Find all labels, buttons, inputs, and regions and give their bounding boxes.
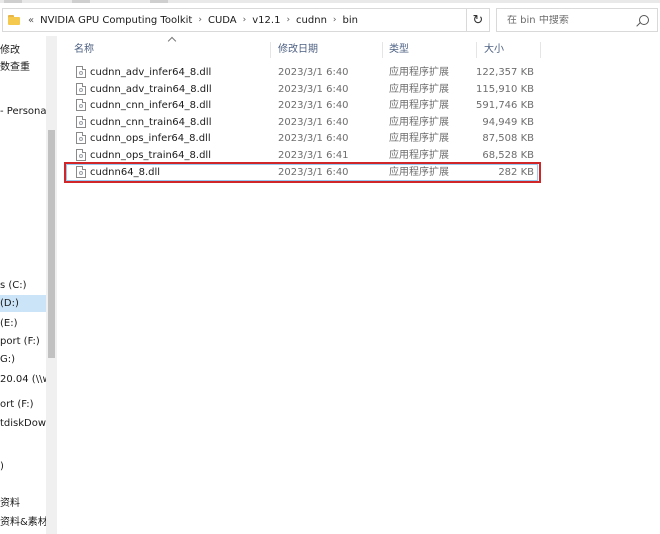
column-divider[interactable] (540, 42, 541, 58)
column-header-row: 名称 修改日期 类型 大小 (66, 40, 658, 60)
navigation-scrollbar-thumb[interactable] (48, 130, 55, 358)
nav-item[interactable]: ) (0, 458, 46, 475)
dll-file-icon (76, 66, 86, 78)
nav-item-materials[interactable]: 资料 (0, 495, 46, 512)
breadcrumb-bin[interactable]: bin (343, 15, 358, 26)
breadcrumb-cudnn[interactable]: cudnn (296, 15, 327, 26)
nav-item-drive-g[interactable]: G:) (0, 351, 46, 368)
file-name: cudnn_cnn_infer64_8.dll (90, 100, 212, 111)
file-size: 122,357 KB (476, 67, 534, 78)
nav-item-materials-assets[interactable]: 资料&素材 (0, 514, 46, 531)
file-date: 2023/3/1 6:40 (278, 167, 349, 178)
dll-file-icon (76, 149, 86, 161)
file-date: 2023/3/1 6:41 (278, 150, 349, 161)
nav-item[interactable]: 数查重 (0, 59, 46, 76)
file-type: 应用程序扩展 (389, 150, 449, 161)
chevron-right-icon[interactable]: › (243, 15, 247, 25)
file-type: 应用程序扩展 (389, 84, 449, 95)
file-size: 94,949 KB (482, 117, 534, 128)
file-row[interactable]: cudnn_cnn_infer64_8.dll 2023/3/1 6:40 应用… (66, 97, 538, 114)
search-icon[interactable] (639, 15, 649, 25)
nav-item[interactable]: 修改 (0, 42, 46, 59)
file-type: 应用程序扩展 (389, 67, 449, 78)
nav-item-drive-f[interactable]: port (F:) (0, 333, 46, 350)
column-header-date[interactable]: 修改日期 (278, 40, 318, 60)
chevron-right-icon[interactable]: › (286, 15, 290, 25)
breadcrumb-cuda[interactable]: CUDA (208, 15, 237, 26)
dll-file-icon (76, 99, 86, 111)
column-header-type[interactable]: 类型 (389, 40, 409, 60)
nav-item-drive-f-2[interactable]: ort (F:) (0, 396, 46, 413)
file-type: 应用程序扩展 (389, 167, 449, 178)
file-type: 应用程序扩展 (389, 117, 449, 128)
breadcrumb-v12-1[interactable]: v12.1 (252, 15, 280, 26)
file-size: 591,746 KB (476, 100, 534, 111)
column-divider[interactable] (476, 42, 477, 58)
file-name: cudnn_cnn_train64_8.dll (90, 117, 212, 128)
file-type: 应用程序扩展 (389, 100, 449, 111)
dll-file-icon (76, 132, 86, 144)
file-date: 2023/3/1 6:40 (278, 67, 349, 78)
file-row[interactable]: cudnn_cnn_train64_8.dll 2023/3/1 6:40 应用… (66, 114, 538, 131)
file-size: 68,528 KB (482, 150, 534, 161)
file-name: cudnn_adv_train64_8.dll (90, 84, 212, 95)
file-date: 2023/3/1 6:40 (278, 84, 349, 95)
column-header-size[interactable]: 大小 (484, 40, 504, 60)
window-top-edge (0, 0, 660, 3)
file-name: cudnn_ops_infer64_8.dll (90, 133, 211, 144)
refresh-button[interactable]: ↻ (466, 8, 490, 32)
file-date: 2023/3/1 6:40 (278, 117, 349, 128)
dll-file-icon (76, 166, 86, 178)
search-box[interactable] (496, 8, 658, 32)
file-name: cudnn_adv_infer64_8.dll (90, 67, 212, 78)
chevron-right-icon[interactable]: › (198, 15, 202, 25)
address-bar[interactable]: « NVIDIA GPU Computing Toolkit › CUDA › … (2, 8, 490, 32)
search-input[interactable] (507, 14, 637, 26)
file-date: 2023/3/1 6:40 (278, 100, 349, 111)
file-row[interactable]: cudnn_adv_infer64_8.dll 2023/3/1 6:40 应用… (66, 64, 538, 81)
file-size: 282 KB (498, 167, 534, 178)
dll-file-icon (76, 83, 86, 95)
file-name: cudnn_ops_train64_8.dll (90, 150, 211, 161)
nav-item-drive-c[interactable]: s (C:) (0, 277, 46, 294)
file-type: 应用程序扩展 (389, 133, 449, 144)
column-divider[interactable] (382, 42, 383, 58)
column-header-name[interactable]: 名称 (74, 40, 94, 60)
file-name: cudnn64_8.dll (90, 167, 161, 178)
file-row[interactable]: cudnn_ops_infer64_8.dll 2023/3/1 6:40 应用… (66, 130, 538, 147)
file-size: 115,910 KB (476, 84, 534, 95)
file-date: 2023/3/1 6:40 (278, 133, 349, 144)
nav-item-drive-d[interactable]: (D:) (0, 295, 46, 312)
breadcrumb-nvidia-gpu-computing-toolkit[interactable]: NVIDIA GPU Computing Toolkit (40, 15, 192, 26)
column-divider[interactable] (270, 42, 271, 58)
file-row[interactable]: cudnn_adv_train64_8.dll 2023/3/1 6:40 应用… (66, 81, 538, 98)
dll-file-icon (76, 116, 86, 128)
file-row[interactable]: cudnn_ops_train64_8.dll 2023/3/1 6:41 应用… (66, 147, 538, 164)
refresh-icon: ↻ (472, 12, 484, 28)
breadcrumb-overflow[interactable]: « (28, 15, 34, 26)
file-row-focused[interactable]: cudnn64_8.dll 2023/3/1 6:40 应用程序扩展 282 K… (66, 164, 538, 181)
file-size: 87,508 KB (482, 133, 534, 144)
chevron-right-icon[interactable]: › (333, 15, 337, 25)
nav-item-network-ubuntu[interactable]: 20.04 (\\w (0, 371, 46, 388)
nav-item-personal[interactable]: - Persona (0, 103, 46, 120)
folder-icon (8, 15, 20, 25)
nav-item-drive-e[interactable]: (E:) (0, 315, 46, 332)
nav-item-netdisk-download[interactable]: tdiskDow (0, 415, 46, 432)
